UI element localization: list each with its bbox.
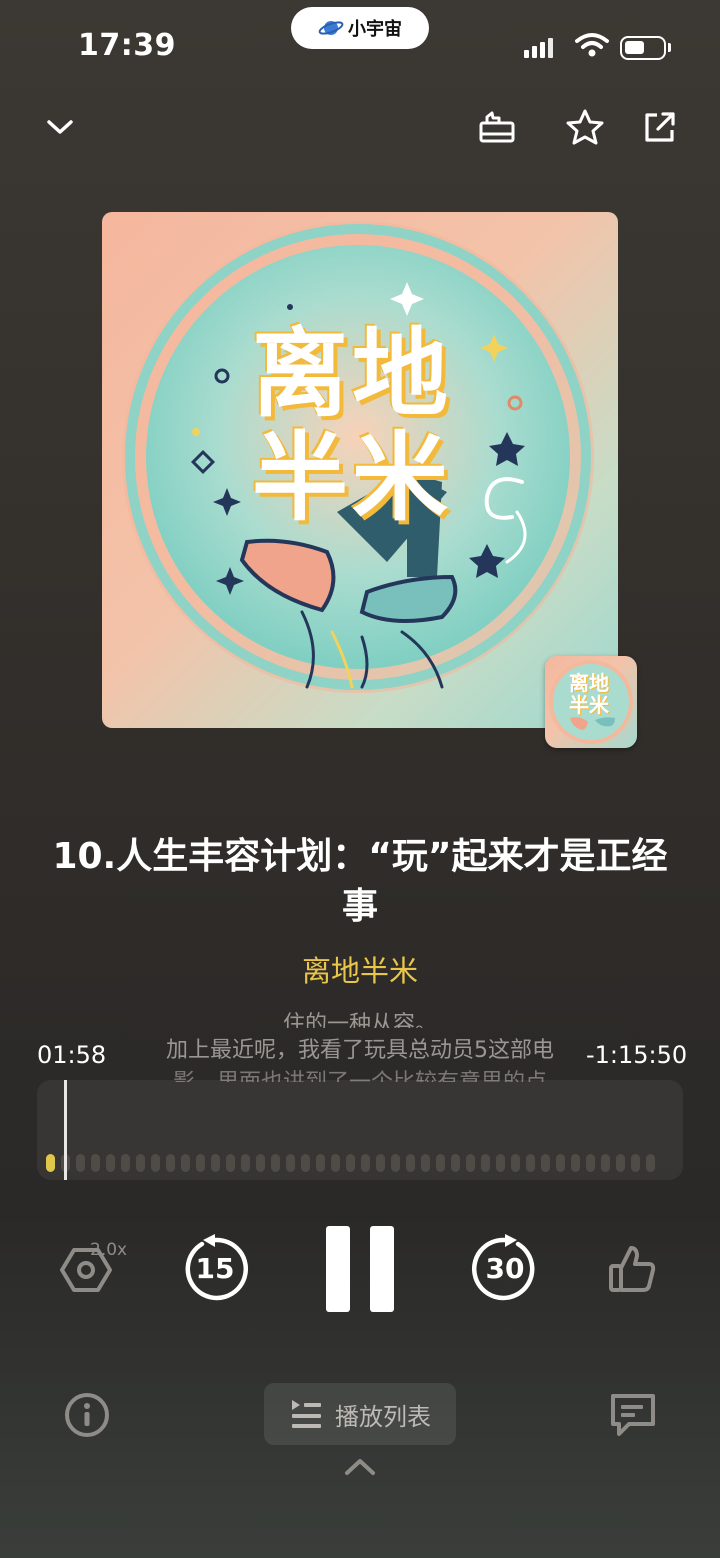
playhead[interactable] xyxy=(64,1080,67,1180)
comments-button[interactable] xyxy=(609,1392,657,1442)
progress-pip xyxy=(271,1154,280,1172)
speed-label: 2.0x xyxy=(90,1240,128,1260)
expand-up-button[interactable] xyxy=(342,1454,378,1482)
playlist-label: 播放列表 xyxy=(335,1402,431,1431)
thumbs-up-icon xyxy=(609,1246,656,1292)
progress-pip xyxy=(571,1154,580,1172)
cover-title-line2: 半米 xyxy=(252,422,452,534)
progress-pip xyxy=(226,1154,235,1172)
progress-pip xyxy=(91,1154,100,1172)
cellular-signal-icon xyxy=(524,38,553,58)
progress-pip xyxy=(76,1154,85,1172)
progress-pip xyxy=(466,1154,475,1172)
pause-button[interactable] xyxy=(326,1226,394,1312)
share-card-icon xyxy=(479,111,515,143)
remaining-time: -1:15:50 xyxy=(586,1041,688,1069)
collapse-button[interactable] xyxy=(38,105,82,149)
progress-pip xyxy=(436,1154,445,1172)
like-button[interactable] xyxy=(607,1244,659,1298)
progress-pip xyxy=(451,1154,460,1172)
star-icon xyxy=(566,109,604,145)
island-app-name: 小宇宙 xyxy=(348,19,402,40)
progress-pip xyxy=(46,1154,55,1172)
thumbnail-title-line2: 半米 xyxy=(569,693,609,717)
info-icon xyxy=(65,1393,109,1437)
progress-pip xyxy=(151,1154,160,1172)
progress-pip xyxy=(196,1154,205,1172)
progress-pip xyxy=(646,1154,655,1172)
progress-pip xyxy=(511,1154,520,1172)
status-time: 17:39 xyxy=(78,28,176,63)
progress-pip xyxy=(421,1154,430,1172)
progress-pip xyxy=(376,1154,385,1172)
transcript-current-line[interactable]: 加上最近呢，我看了玩具总动员5这部电 xyxy=(140,1036,580,1066)
progress-pip xyxy=(406,1154,415,1172)
rewind-15-button[interactable]: 15 xyxy=(180,1234,250,1304)
progress-pip xyxy=(256,1154,265,1172)
progress-pip xyxy=(586,1154,595,1172)
battery-icon xyxy=(620,36,666,60)
progress-pip xyxy=(541,1154,550,1172)
pause-bar-left xyxy=(326,1226,350,1312)
progress-pip xyxy=(286,1154,295,1172)
progress-pip xyxy=(166,1154,175,1172)
planet-icon xyxy=(318,21,344,35)
progress-pip xyxy=(121,1154,130,1172)
progress-pip xyxy=(316,1154,325,1172)
progress-pip xyxy=(526,1154,535,1172)
progress-pip xyxy=(346,1154,355,1172)
podcast-name-link[interactable]: 离地半米 xyxy=(160,948,560,990)
progress-pip xyxy=(496,1154,505,1172)
info-button[interactable] xyxy=(64,1392,110,1442)
dynamic-island-app-badge[interactable]: 小宇宙 xyxy=(291,7,429,49)
podcast-cover-art: 离地 半米 xyxy=(102,212,618,728)
progress-pip xyxy=(481,1154,490,1172)
elapsed-time: 01:58 xyxy=(37,1041,107,1069)
progress-pip xyxy=(556,1154,565,1172)
progress-pip xyxy=(241,1154,250,1172)
transcript-previous-line: 住的一种从容。 xyxy=(282,1012,437,1028)
thumbnail-title-line1: 离地 xyxy=(569,671,609,695)
progress-pip xyxy=(361,1154,370,1172)
chevron-up-icon xyxy=(345,1459,375,1475)
forward-seconds: 30 xyxy=(485,1252,525,1285)
podcast-thumbnail[interactable]: 离地 半米 xyxy=(545,656,637,748)
external-share-icon xyxy=(645,112,675,142)
playlist-icon xyxy=(292,1400,321,1428)
episode-title: 10.人生丰容计划：“玩”起来才是正经事 xyxy=(52,836,668,927)
forward-30-button[interactable]: 30 xyxy=(470,1234,540,1304)
battery-tip xyxy=(668,43,671,52)
favorite-button[interactable] xyxy=(563,105,607,149)
progress-pip xyxy=(631,1154,640,1172)
wifi-icon xyxy=(575,33,609,57)
comment-icon xyxy=(611,1394,655,1436)
progress-pip xyxy=(136,1154,145,1172)
external-share-button[interactable] xyxy=(638,105,682,149)
chevron-down-icon xyxy=(47,120,73,134)
progress-pip xyxy=(106,1154,115,1172)
playlist-button[interactable]: 播放列表 xyxy=(264,1383,456,1445)
progress-pip xyxy=(616,1154,625,1172)
rewind-seconds: 15 xyxy=(195,1252,235,1285)
progress-pip xyxy=(601,1154,610,1172)
progress-pip xyxy=(331,1154,340,1172)
cover-title-line1: 离地 xyxy=(252,318,452,430)
pause-bar-right xyxy=(370,1226,394,1312)
progress-pip xyxy=(211,1154,220,1172)
share-card-button[interactable] xyxy=(475,105,519,149)
progress-pip xyxy=(391,1154,400,1172)
progress-pip xyxy=(181,1154,190,1172)
progress-pip xyxy=(301,1154,310,1172)
progress-track xyxy=(46,1154,655,1172)
